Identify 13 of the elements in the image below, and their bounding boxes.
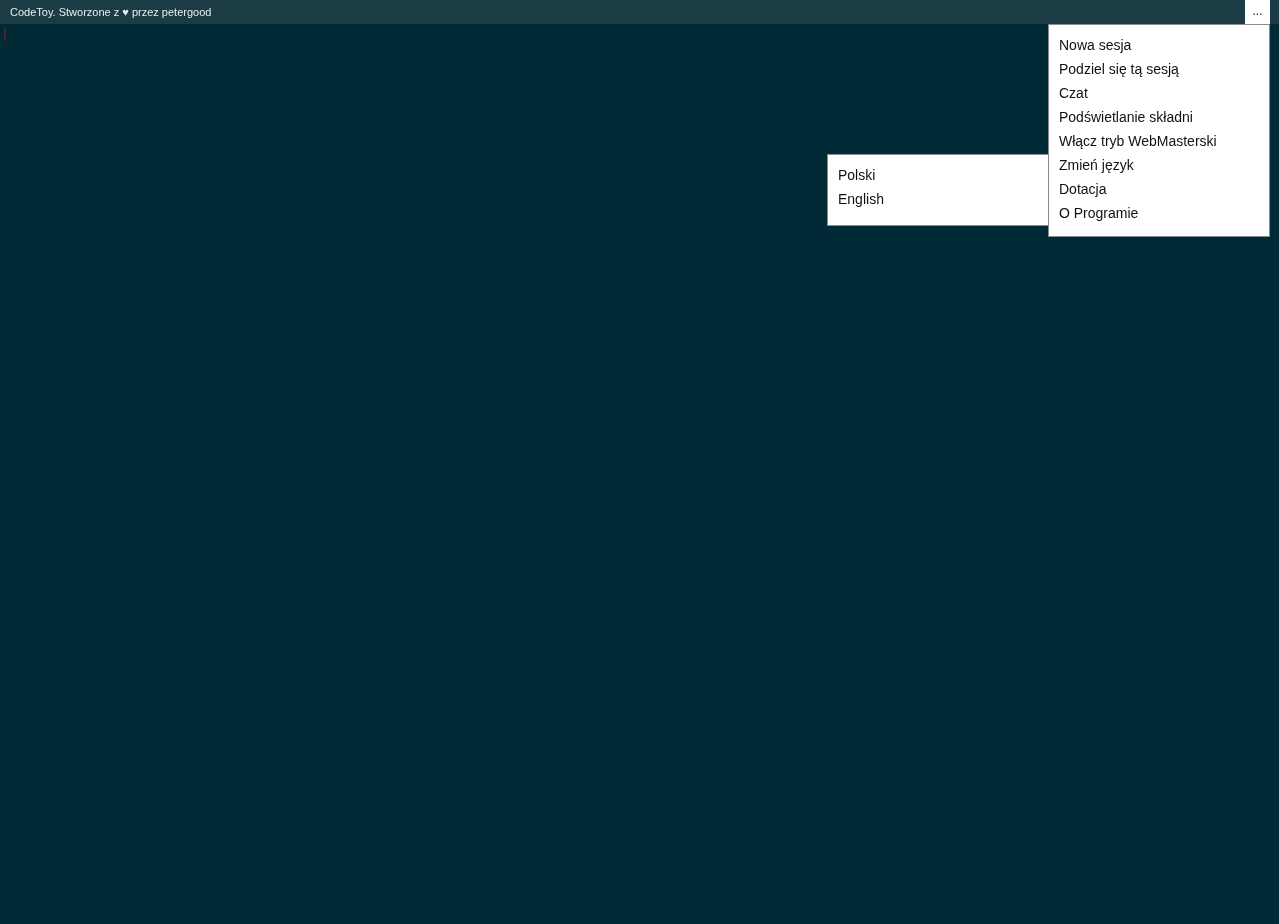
menu-item[interactable]: Polski (838, 163, 1040, 187)
text-cursor (4, 27, 6, 41)
menu-item[interactable]: Dotacja (1059, 177, 1259, 201)
menu-item[interactable]: Czat (1059, 81, 1259, 105)
menu-item[interactable]: Podziel się tą sesją (1059, 57, 1259, 81)
menu-item[interactable]: English (838, 187, 1040, 211)
menu-item[interactable]: Nowa sesja (1059, 33, 1259, 57)
more-menu-button[interactable]: ... (1245, 0, 1270, 24)
menu-item[interactable]: O Programie (1059, 201, 1259, 225)
menu-item[interactable]: Włącz tryb WebMasterski (1059, 129, 1259, 153)
app-title: CodeToy. Stworzone z ♥ przez petergood (10, 6, 212, 18)
menu-item[interactable]: Zmień język (1059, 153, 1259, 177)
menu-item[interactable]: Podświetlanie składni (1059, 105, 1259, 129)
